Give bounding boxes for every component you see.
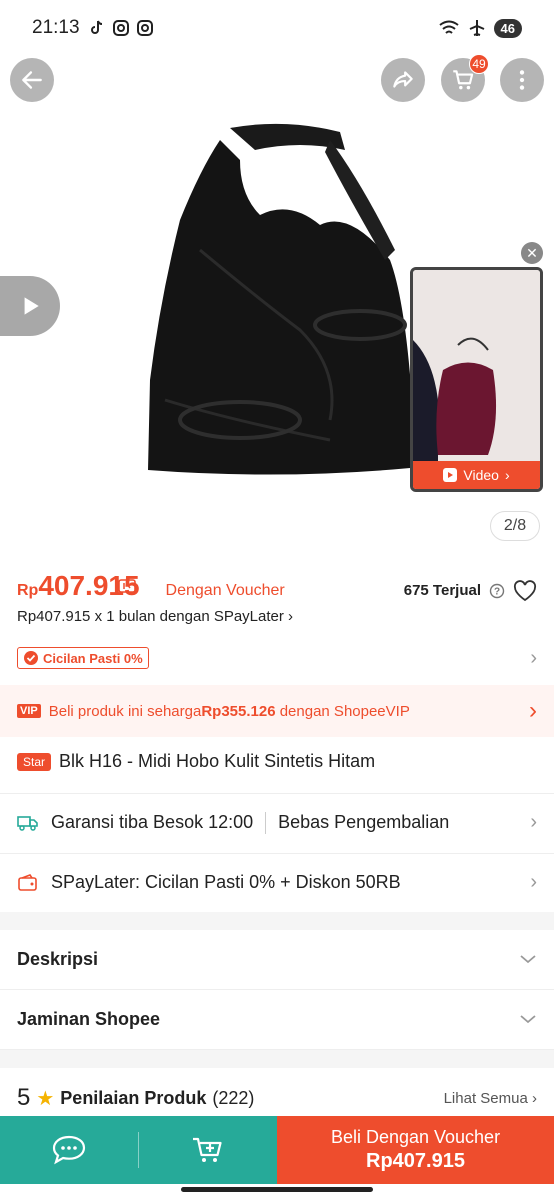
free-returns: Bebas Pengembalian bbox=[278, 812, 450, 832]
play-icon bbox=[24, 297, 39, 315]
shopee-vip-banner[interactable]: VIP Beli produk ini seharga Rp355.126 de… bbox=[0, 685, 554, 737]
more-vertical-icon bbox=[519, 70, 525, 90]
cicilan-badge-text: Cicilan Pasti 0% bbox=[43, 650, 143, 666]
help-icon[interactable]: ? bbox=[489, 583, 505, 599]
tiktok-icon bbox=[90, 20, 102, 34]
rating-score: 5 bbox=[17, 1084, 31, 1111]
cart-button[interactable]: 49 bbox=[441, 54, 489, 102]
chevron-down-icon bbox=[519, 1008, 537, 1031]
see-all-ratings-link[interactable]: Lihat Semua › bbox=[444, 1090, 537, 1107]
wifi-icon bbox=[438, 20, 459, 34]
add-to-cart-button[interactable] bbox=[139, 1116, 277, 1184]
share-icon bbox=[393, 71, 413, 88]
truck-icon bbox=[17, 815, 38, 831]
play-video-tab[interactable] bbox=[0, 276, 60, 336]
vip-tag: VIP bbox=[17, 704, 41, 718]
description-section[interactable]: Deskripsi bbox=[0, 930, 554, 990]
video-thumbnail[interactable]: Video › bbox=[410, 267, 543, 492]
spaylater-row[interactable]: SPayLater: Cicilan Pasti 0% + Diskon 50R… bbox=[0, 853, 554, 911]
section-gap bbox=[0, 912, 554, 930]
star-icon: ★ bbox=[36, 1087, 55, 1110]
home-indicator-pill[interactable] bbox=[181, 1187, 373, 1192]
shopee-video-icon bbox=[443, 468, 458, 482]
product-gallery[interactable]: 49 ✕ Video › 2/8 bbox=[0, 0, 554, 560]
chat-button[interactable] bbox=[0, 1116, 138, 1184]
chevron-right-icon: › bbox=[504, 467, 510, 483]
status-time: 21:13 bbox=[32, 17, 80, 38]
vip-price: Rp355.126 bbox=[201, 702, 276, 720]
voucher-ticket-icon bbox=[117, 579, 136, 598]
vip-suffix: dengan ShopeeVIP bbox=[275, 702, 410, 720]
instagram-icon-2 bbox=[136, 20, 153, 36]
buy-with-voucher-button[interactable]: Beli Dengan Voucher Rp407.915 bbox=[277, 1116, 554, 1184]
home-indicator bbox=[0, 1184, 554, 1200]
close-icon: ✕ bbox=[526, 244, 538, 261]
vip-prefix: Beli produk ini seharga bbox=[48, 702, 202, 720]
ratings-count: (222) bbox=[212, 1087, 255, 1108]
guarantee-section[interactable]: Jaminan Shopee bbox=[0, 990, 554, 1050]
battery-level: 46 bbox=[493, 18, 522, 38]
spaylater-promo: SPayLater: Cicilan Pasti 0% + Diskon 50R… bbox=[51, 872, 401, 892]
svg-text:?: ? bbox=[494, 586, 500, 597]
back-button[interactable] bbox=[10, 58, 54, 102]
more-options-button[interactable] bbox=[500, 58, 544, 102]
sold-count: 675 Terjual bbox=[403, 582, 481, 599]
video-label-text: Video bbox=[463, 467, 499, 483]
buy-button-label: Beli Dengan Voucher bbox=[330, 1127, 501, 1148]
video-preview-image bbox=[413, 270, 540, 462]
wallet-icon bbox=[18, 873, 37, 891]
status-bar: 21:13 46 bbox=[0, 0, 554, 56]
ratings-title: Penilaian Produk bbox=[60, 1087, 207, 1108]
price-section: Rp 407.915 Dengan Voucher 675 Terjual ? … bbox=[0, 570, 554, 625]
voucher-label: Dengan Voucher bbox=[165, 582, 285, 599]
cicilan-row[interactable]: Cicilan Pasti 0% › bbox=[17, 646, 537, 670]
guarantee-title: Jaminan Shopee bbox=[17, 1009, 161, 1029]
divider bbox=[265, 811, 267, 834]
section-gap bbox=[0, 1050, 554, 1068]
instagram-icon bbox=[112, 20, 129, 36]
chevron-right-icon: › bbox=[530, 811, 537, 833]
chevron-right-icon: › bbox=[530, 871, 537, 893]
video-label-bar[interactable]: Video › bbox=[413, 461, 540, 489]
share-button[interactable] bbox=[381, 58, 425, 102]
product-title-row: Star Blk H16 - Midi Hobo Kulit Sintetis … bbox=[17, 751, 537, 772]
see-all-ratings-text: Lihat Semua bbox=[443, 1089, 528, 1107]
bottom-action-bar: Beli Dengan Voucher Rp407.915 bbox=[0, 1116, 554, 1184]
ratings-header: 5 ★ Penilaian Produk (222) Lihat Semua › bbox=[0, 1080, 554, 1116]
product-title: Blk H16 - Midi Hobo Kulit Sintetis Hitam bbox=[59, 751, 376, 771]
chat-icon bbox=[52, 1135, 86, 1165]
heart-icon[interactable] bbox=[513, 579, 537, 602]
chevron-right-icon: › bbox=[530, 646, 537, 669]
chevron-right-icon: › bbox=[529, 697, 537, 724]
description-title: Deskripsi bbox=[17, 949, 99, 969]
image-page-indicator: 2/8 bbox=[490, 511, 540, 541]
chevron-right-icon: › bbox=[288, 608, 294, 625]
add-to-cart-icon bbox=[193, 1137, 222, 1162]
close-video-button[interactable]: ✕ bbox=[521, 242, 543, 264]
buy-button-price: Rp407.915 bbox=[366, 1149, 465, 1172]
cart-count-badge: 49 bbox=[469, 54, 489, 74]
airplane-icon bbox=[469, 20, 484, 36]
arrow-left-icon bbox=[22, 71, 42, 89]
shipping-row[interactable]: Garansi tiba Besok 12:00 Bebas Pengembal… bbox=[0, 793, 554, 851]
star-seller-tag: Star bbox=[17, 752, 52, 771]
cicilan-badge: Cicilan Pasti 0% bbox=[17, 647, 149, 669]
spaylater-installment[interactable]: Rp407.915 x 1 bulan dengan SPayLater › bbox=[17, 608, 537, 625]
chevron-down-icon bbox=[519, 948, 537, 971]
shipping-guarantee: Garansi tiba Besok 12:00 bbox=[51, 812, 254, 832]
spaylater-installment-text: Rp407.915 x 1 bulan dengan SPayLater bbox=[17, 608, 284, 625]
chevron-right-icon: › bbox=[532, 1089, 537, 1107]
check-badge-icon bbox=[24, 651, 38, 665]
price-currency: Rp bbox=[17, 582, 39, 599]
